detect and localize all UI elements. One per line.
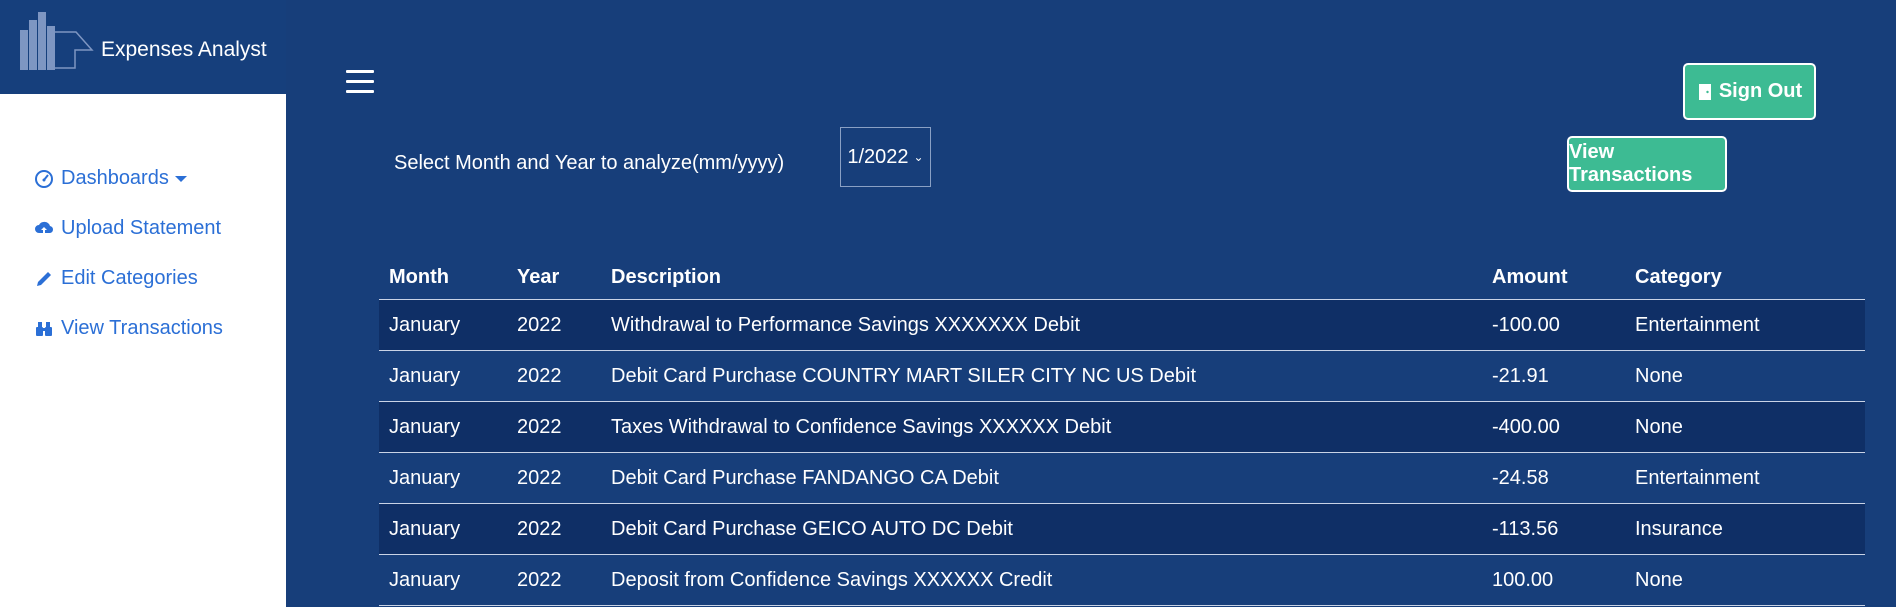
sign-out-button[interactable]: Sign Out xyxy=(1683,63,1816,120)
binoculars-icon xyxy=(34,319,54,339)
table-header-row: Month Year Description Amount Category xyxy=(379,255,1865,300)
sidebar: Dashboards Upload Statement Edit Categor… xyxy=(0,94,286,607)
cell-month: January xyxy=(379,299,507,351)
table-row[interactable]: January 2022 Withdrawal to Performance S… xyxy=(379,299,1865,351)
cell-category: Entertainment xyxy=(1625,452,1865,504)
cell-year: 2022 xyxy=(507,452,601,504)
sidebar-item-view-transactions[interactable]: View Transactions xyxy=(34,317,223,340)
table-row[interactable]: January 2022 Debit Card Purchase GEICO A… xyxy=(379,503,1865,555)
period-select-label: Select Month and Year to analyze(mm/yyyy… xyxy=(394,152,785,174)
cell-amount: -113.56 xyxy=(1482,503,1625,555)
sidebar-item-label: Upload Statement xyxy=(61,217,222,239)
app-logo-icon xyxy=(20,12,94,70)
cloud-upload-icon xyxy=(34,219,54,239)
cell-amount: 100.00 xyxy=(1482,554,1625,606)
cell-description: Deposit from Confidence Savings XXXXXX C… xyxy=(601,554,1482,606)
cell-amount: -24.58 xyxy=(1482,452,1625,504)
cell-month: January xyxy=(379,503,507,555)
gauge-icon xyxy=(34,169,54,189)
sidebar-item-dashboards[interactable]: Dashboards xyxy=(34,167,187,190)
cell-description: Debit Card Purchase GEICO AUTO DC Debit xyxy=(601,503,1482,555)
cell-description: Taxes Withdrawal to Confidence Savings X… xyxy=(601,401,1482,453)
cell-category: Insurance xyxy=(1625,503,1865,555)
column-header-amount[interactable]: Amount xyxy=(1482,255,1625,300)
pencil-icon xyxy=(34,269,54,289)
column-header-year[interactable]: Year xyxy=(507,255,601,300)
cell-year: 2022 xyxy=(507,401,601,453)
caret-down-icon xyxy=(174,175,187,182)
app-title: Expenses Analyst xyxy=(101,38,267,61)
cell-amount: -21.91 xyxy=(1482,350,1625,402)
table-row[interactable]: January 2022 Taxes Withdrawal to Confide… xyxy=(379,401,1865,453)
cell-category: None xyxy=(1625,554,1865,606)
cell-month: January xyxy=(379,452,507,504)
month-year-select[interactable]: 1/2022 ⌄ xyxy=(840,127,931,187)
table-row[interactable]: January 2022 Deposit from Confidence Sav… xyxy=(379,554,1865,606)
sidebar-item-edit-categories[interactable]: Edit Categories xyxy=(34,267,198,290)
cell-description: Debit Card Purchase FANDANGO CA Debit xyxy=(601,452,1482,504)
cell-month: January xyxy=(379,554,507,606)
cell-year: 2022 xyxy=(507,299,601,351)
table-row[interactable]: January 2022 Debit Card Purchase COUNTRY… xyxy=(379,350,1865,402)
brand-header: Expenses Analyst xyxy=(0,0,286,94)
cell-category: Entertainment xyxy=(1625,299,1865,351)
view-transactions-label: View Transactions xyxy=(1569,141,1693,186)
sidebar-item-upload-statement[interactable]: Upload Statement xyxy=(34,217,221,240)
column-header-month[interactable]: Month xyxy=(379,255,507,300)
selected-period: 1/2022 xyxy=(847,145,909,168)
cell-month: January xyxy=(379,401,507,453)
column-header-category[interactable]: Category xyxy=(1625,255,1865,300)
sidebar-item-label: View Transactions xyxy=(61,317,223,339)
cell-month: January xyxy=(379,350,507,402)
chevron-down-icon: ⌄ xyxy=(913,150,924,164)
cell-amount: -100.00 xyxy=(1482,299,1625,351)
cell-amount: -400.00 xyxy=(1482,401,1625,453)
cell-category: None xyxy=(1625,350,1865,402)
cell-description: Withdrawal to Performance Savings XXXXXX… xyxy=(601,299,1482,351)
sidebar-item-label: Edit Categories xyxy=(61,267,198,289)
cell-year: 2022 xyxy=(507,350,601,402)
table-row[interactable]: January 2022 Debit Card Purchase FANDANG… xyxy=(379,452,1865,504)
cell-description: Debit Card Purchase COUNTRY MART SILER C… xyxy=(601,350,1482,402)
transactions-table: Month Year Description Amount Category J… xyxy=(379,255,1865,606)
column-header-description[interactable]: Description xyxy=(601,255,1482,300)
menu-toggle-icon[interactable] xyxy=(346,70,374,96)
door-icon xyxy=(1698,83,1711,100)
cell-category: None xyxy=(1625,401,1865,453)
sidebar-item-label: Dashboards xyxy=(61,167,169,189)
sign-out-label: Sign Out xyxy=(1718,80,1803,102)
cell-year: 2022 xyxy=(507,503,601,555)
view-transactions-button[interactable]: View Transactions xyxy=(1567,136,1727,192)
cell-year: 2022 xyxy=(507,554,601,606)
